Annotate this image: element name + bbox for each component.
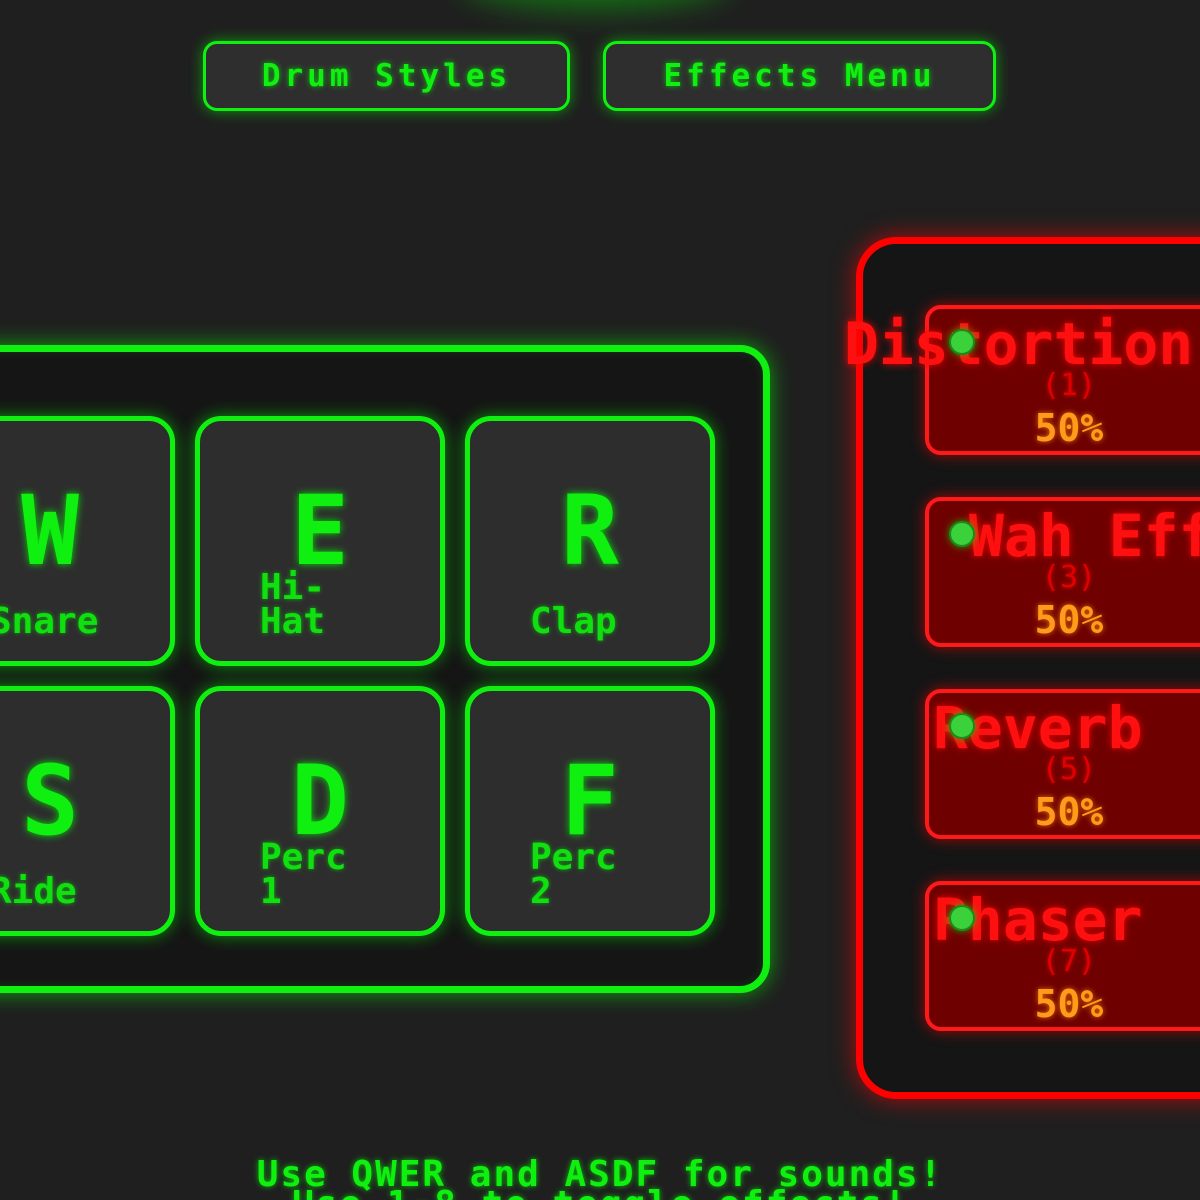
- effect-toggle-phaser[interactable]: Phaser (7) 50%: [925, 881, 1200, 1031]
- effect-level: 50%: [1034, 598, 1104, 642]
- effects-menu-button[interactable]: Effects Menu: [603, 41, 996, 111]
- pad-key-label: S: [21, 745, 79, 857]
- effect-name: Wah Effect: [969, 502, 1200, 570]
- effect-active-indicator: [949, 521, 975, 547]
- pad-sound-label: Snare: [0, 601, 99, 642]
- effect-toggle-distortion[interactable]: Distortion (1) 50%: [844, 305, 1200, 455]
- pad-key-label: W: [21, 475, 79, 587]
- pad-r[interactable]: R Clap: [465, 416, 715, 666]
- instructions-effects: Use 1-8 to toggle effects!: [0, 1187, 1200, 1200]
- effect-level: 50%: [1034, 982, 1104, 1026]
- pad-e[interactable]: E Hi- Hat: [195, 416, 445, 666]
- pad-s[interactable]: S Ride: [0, 686, 175, 936]
- effect-active-indicator: [949, 713, 975, 739]
- effect-active-indicator: [949, 329, 975, 355]
- pad-sound-label: Ride: [0, 871, 77, 912]
- pad-w[interactable]: W Snare: [0, 416, 175, 666]
- effect-active-indicator: [949, 905, 975, 931]
- pad-sound-label: Clap: [530, 601, 617, 642]
- pad-key-label: D: [291, 745, 349, 857]
- pad-sound-label: Perc 2: [530, 837, 617, 912]
- pad-sound-label: Hi- Hat: [260, 567, 326, 642]
- pad-f[interactable]: F Perc 2: [465, 686, 715, 936]
- pad-sound-label: Perc 1: [260, 837, 347, 912]
- drum-styles-button[interactable]: Drum Styles: [203, 41, 570, 111]
- pad-key-label: E: [291, 475, 349, 587]
- effect-level: 50%: [1034, 406, 1104, 450]
- pad-key-label: R: [561, 475, 619, 587]
- pad-d[interactable]: D Perc 1: [195, 686, 445, 936]
- effect-name: Distortion: [844, 310, 1194, 378]
- pad-key-label: F: [561, 745, 619, 857]
- effect-level: 50%: [1034, 790, 1104, 834]
- effect-toggle-wah[interactable]: Wah Effect (3) 50%: [925, 497, 1200, 647]
- drum-machine-screen: Drum Styles Effects Menu W Snare E Hi- H…: [0, 0, 1200, 1200]
- effect-toggle-reverb[interactable]: Reverb (5) 50%: [925, 689, 1200, 839]
